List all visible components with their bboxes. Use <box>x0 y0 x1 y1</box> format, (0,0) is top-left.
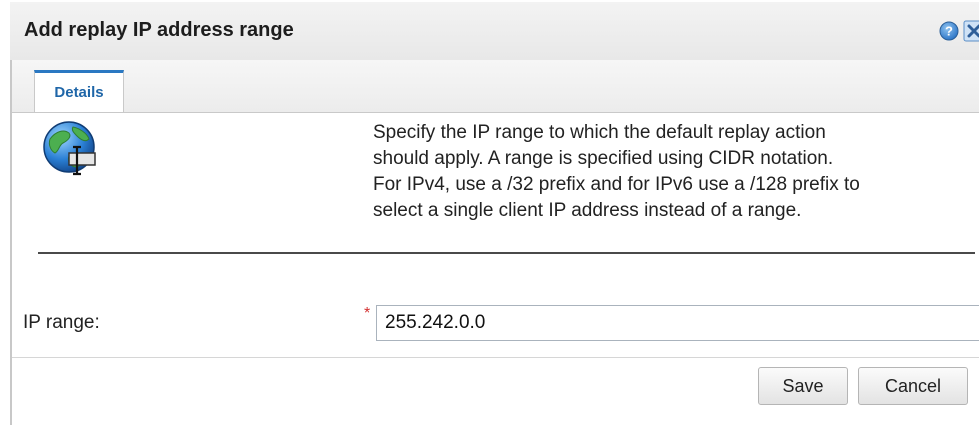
dialog-titlebar: Add replay IP address range ? <box>10 2 979 61</box>
dialog-footer: Save Cancel <box>12 357 979 426</box>
description-line: select a single client IP address instea… <box>373 200 802 221</box>
help-icon[interactable]: ? <box>939 21 959 41</box>
required-marker: * <box>364 305 371 322</box>
globe-with-cursor-icon <box>43 121 96 176</box>
save-button[interactable]: Save <box>758 367 848 405</box>
description-line: For IPv4, use a /32 prefix and for IPv6 … <box>373 174 860 195</box>
close-icon[interactable] <box>963 20 979 42</box>
details-panel: Specify the IP range to which the defaul… <box>12 113 979 357</box>
tab-strip: Details <box>12 60 979 113</box>
ip-range-input[interactable] <box>376 305 979 341</box>
dialog-title: Add replay IP address range <box>24 19 294 41</box>
details-description: Specify the IP range to which the defaul… <box>373 120 979 224</box>
section-divider <box>38 252 975 254</box>
add-replay-ip-range-dialog: Add replay IP address range ? Details Sp… <box>0 0 979 426</box>
ip-range-label: IP range: <box>23 312 100 333</box>
tab-details-label: Details <box>54 84 104 101</box>
svg-text:?: ? <box>945 24 953 39</box>
tab-details[interactable]: Details <box>34 70 124 112</box>
description-line: Specify the IP range to which the defaul… <box>373 122 826 143</box>
description-line: should apply. A range is specified using… <box>373 148 834 169</box>
cancel-button[interactable]: Cancel <box>858 367 968 405</box>
